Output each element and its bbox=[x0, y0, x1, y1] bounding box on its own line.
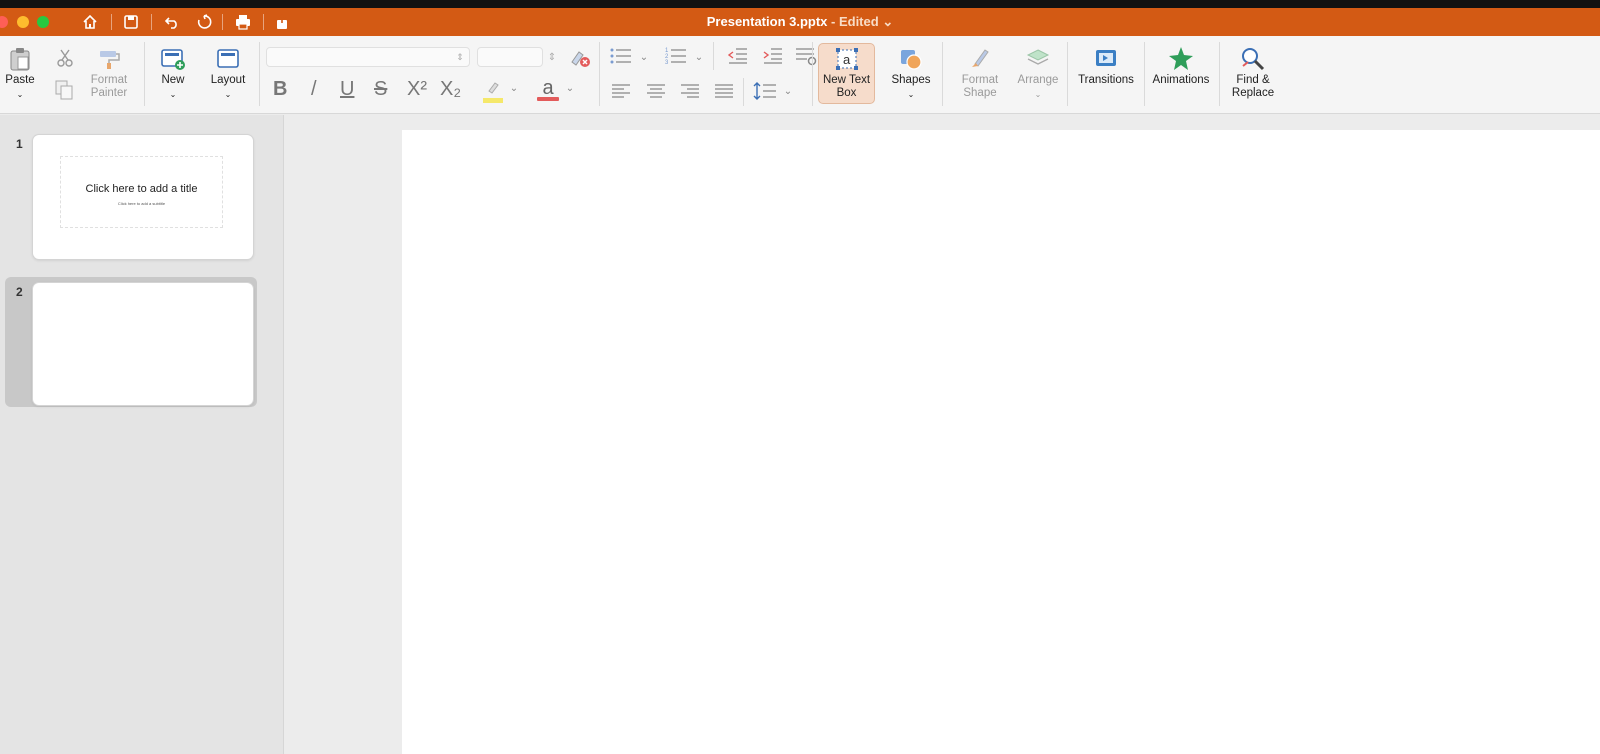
find-replace-label: Find & Replace bbox=[1231, 74, 1275, 99]
arrange-label: Arrange bbox=[1017, 74, 1059, 86]
justify-icon[interactable] bbox=[713, 82, 735, 100]
chevron-down-icon[interactable]: ⌄ bbox=[565, 80, 575, 96]
slide-number: 1 bbox=[16, 137, 23, 151]
svg-text:a: a bbox=[843, 52, 851, 67]
increase-indent-icon[interactable] bbox=[762, 46, 784, 66]
chevron-down-icon[interactable]: ⌄ bbox=[890, 88, 932, 101]
layout-icon bbox=[206, 44, 250, 74]
cut-icon[interactable] bbox=[55, 48, 75, 68]
shapes-icon bbox=[890, 44, 932, 74]
thumbnail-title: Click here to add a title bbox=[85, 183, 198, 195]
shapes-button[interactable]: Shapes ⌄ bbox=[890, 44, 932, 101]
align-right-icon[interactable] bbox=[679, 82, 701, 100]
ribbon-divider bbox=[599, 42, 600, 106]
numbered-list-icon[interactable]: 123 bbox=[664, 46, 688, 66]
chevron-down-icon[interactable]: ⌄ bbox=[639, 49, 649, 65]
ribbon-divider bbox=[1067, 42, 1068, 106]
clipboard-icon bbox=[2, 44, 38, 74]
document-title[interactable]: Presentation 3.pptx - Edited ⌄ bbox=[0, 14, 1600, 30]
chevron-down-icon[interactable]: ⌄ bbox=[783, 83, 793, 99]
thumbnail-subtitle: Click here to add a subtitle bbox=[117, 201, 166, 206]
thumbnail-placeholder: Click here to add a title Click here to … bbox=[60, 156, 223, 228]
new-text-box-button[interactable]: a New Text Box bbox=[818, 44, 875, 100]
transitions-icon bbox=[1074, 44, 1138, 74]
current-slide[interactable] bbox=[402, 130, 1600, 754]
slide-thumbnail-1[interactable]: Click here to add a title Click here to … bbox=[33, 135, 253, 259]
find-replace-button[interactable]: Find & Replace bbox=[1225, 44, 1281, 100]
find-replace-icon bbox=[1225, 44, 1281, 74]
new-label: New bbox=[161, 74, 185, 86]
title-bar: Presentation 3.pptx - Edited ⌄ bbox=[0, 8, 1600, 36]
ribbon-divider bbox=[743, 78, 744, 106]
ribbon-divider bbox=[812, 42, 813, 106]
arrange-icon bbox=[1010, 44, 1066, 74]
document-name: Presentation 3.pptx bbox=[706, 14, 828, 29]
highlighter-icon[interactable] bbox=[480, 79, 506, 103]
strikethrough-button[interactable]: S bbox=[374, 78, 387, 101]
format-shape-label: Format Shape bbox=[961, 74, 999, 99]
underline-button[interactable]: U bbox=[340, 78, 354, 101]
format-shape-button[interactable]: Format Shape bbox=[952, 44, 1008, 100]
font-color-letter: a bbox=[542, 77, 554, 99]
paintbrush-icon bbox=[84, 44, 134, 74]
arrange-button[interactable]: Arrange ⌄ bbox=[1010, 44, 1066, 101]
transitions-label: Transitions bbox=[1078, 74, 1134, 86]
italic-button[interactable]: / bbox=[311, 78, 317, 101]
slide-number: 2 bbox=[16, 285, 23, 299]
ribbon-divider bbox=[942, 42, 943, 106]
chevron-down-icon[interactable]: ⌄ bbox=[882, 14, 893, 29]
new-slide-icon bbox=[152, 44, 194, 74]
subscript-button[interactable]: X₂ bbox=[440, 78, 461, 101]
paragraph-settings-icon[interactable] bbox=[795, 46, 817, 66]
font-size-stepper-icon[interactable]: ⇕ bbox=[546, 46, 558, 68]
ribbon-divider bbox=[1219, 42, 1220, 106]
chevron-down-icon[interactable]: ⌄ bbox=[2, 88, 38, 101]
animations-button[interactable]: Animations bbox=[1149, 44, 1213, 87]
bold-button[interactable]: B bbox=[273, 78, 287, 101]
slide-thumbnail-2[interactable] bbox=[33, 283, 253, 405]
ribbon-divider bbox=[259, 42, 260, 106]
star-icon bbox=[1149, 44, 1213, 74]
bulleted-list-icon[interactable] bbox=[609, 46, 633, 66]
transitions-button[interactable]: Transitions bbox=[1074, 44, 1138, 87]
line-spacing-icon[interactable] bbox=[753, 80, 777, 102]
format-painter-button[interactable]: Format Painter bbox=[84, 44, 134, 100]
new-slide-button[interactable]: New ⌄ bbox=[152, 44, 194, 101]
decrease-indent-icon[interactable] bbox=[727, 46, 749, 66]
system-menu-bar bbox=[0, 0, 1600, 8]
chevron-down-icon[interactable]: ⌄ bbox=[1010, 88, 1066, 101]
font-color-button[interactable]: a bbox=[535, 77, 561, 103]
chevron-down-icon[interactable]: ⌄ bbox=[694, 49, 704, 65]
svg-text:3: 3 bbox=[665, 60, 669, 66]
paste-button[interactable]: Paste ⌄ bbox=[2, 44, 38, 101]
ribbon-divider bbox=[144, 42, 145, 106]
ribbon-divider bbox=[1144, 42, 1145, 106]
new-text-box-label: New Text Box bbox=[822, 74, 871, 99]
font-name-stepper-icon[interactable]: ⇕ bbox=[455, 48, 465, 66]
align-left-icon[interactable] bbox=[610, 82, 632, 100]
clear-formatting-icon[interactable] bbox=[569, 47, 591, 69]
format-painter-label: Format Painter bbox=[90, 74, 128, 99]
copy-icon[interactable] bbox=[54, 80, 74, 100]
document-status: - Edited bbox=[827, 14, 879, 29]
font-color-swatch bbox=[537, 97, 559, 101]
font-name-field[interactable] bbox=[266, 47, 470, 67]
ribbon-divider bbox=[713, 42, 714, 70]
shapes-label: Shapes bbox=[891, 74, 931, 86]
paste-label: Paste bbox=[5, 74, 35, 86]
chevron-down-icon[interactable]: ⌄ bbox=[206, 88, 250, 101]
animations-label: Animations bbox=[1152, 74, 1210, 86]
ribbon-toolbar: Paste ⌄ Format Painter New ⌄ Layout ⌄ ⇕ … bbox=[0, 36, 1600, 114]
layout-label: Layout bbox=[210, 74, 246, 86]
layout-button[interactable]: Layout ⌄ bbox=[206, 44, 250, 101]
chevron-down-icon[interactable]: ⌄ bbox=[509, 80, 519, 96]
font-size-field[interactable] bbox=[477, 47, 543, 67]
align-center-icon[interactable] bbox=[645, 82, 667, 100]
format-shape-icon bbox=[952, 44, 1008, 74]
text-box-icon: a bbox=[818, 44, 875, 74]
chevron-down-icon[interactable]: ⌄ bbox=[152, 88, 194, 101]
slide-thumbnail-pane: 1 Click here to add a title Click here t… bbox=[0, 115, 284, 754]
superscript-button[interactable]: X² bbox=[407, 78, 427, 101]
